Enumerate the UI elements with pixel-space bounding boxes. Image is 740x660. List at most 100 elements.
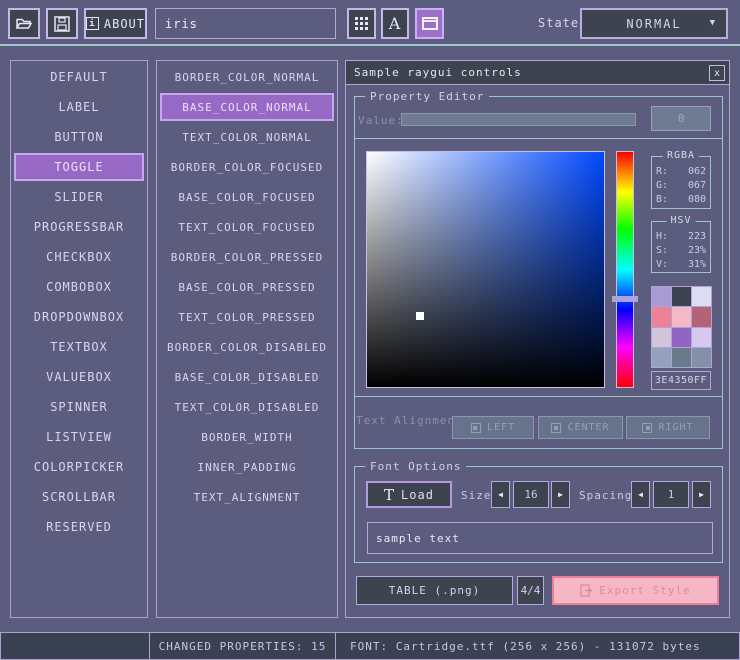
control-item-textbox[interactable]: TEXTBOX [14,333,144,361]
property-item-base_color_normal[interactable]: BASE_COLOR_NORMAL [160,93,334,121]
property-item-text_color_pressed[interactable]: TEXT_COLOR_PRESSED [160,303,334,331]
export-style-button[interactable]: Export Style [552,576,719,605]
spacing-value-box[interactable]: 1 [653,481,689,508]
font-mode-button[interactable]: A [381,8,409,39]
rgba-group: RGBA R:062 G:067 B:080 [651,156,711,209]
align-left-button[interactable]: LEFT [452,416,534,439]
text-alignment-label: Text Alignmen [356,414,452,427]
property-item-border_width[interactable]: BORDER_WIDTH [160,423,334,451]
export-icon [580,584,593,597]
hex-value-box[interactable]: 3E4350FF [651,371,711,390]
property-item-text_alignment[interactable]: TEXT_ALIGNMENT [160,483,334,511]
export-format-dropdown[interactable]: TABLE (.png) [356,576,513,605]
palette-swatch[interactable] [672,307,691,326]
property-item-border_color_disabled[interactable]: BORDER_COLOR_DISABLED [160,333,334,361]
control-item-scrollbar[interactable]: SCROLLBAR [14,483,144,511]
align-center-button[interactable]: CENTER [538,416,623,439]
control-item-button[interactable]: BUTTON [14,123,144,151]
sample-window-title: Sample raygui controls [354,66,522,79]
control-item-listview[interactable]: LISTVIEW [14,423,144,451]
state-dropdown-value: NORMAL [626,17,681,31]
close-button[interactable]: x [709,65,725,81]
hsv-v-row: V:31% [656,258,706,272]
property-item-border_color_focused[interactable]: BORDER_COLOR_FOCUSED [160,153,334,181]
property-editor-group-title: Property Editor [365,90,489,103]
size-increment-button[interactable]: ▶ [551,481,570,508]
about-button-label: ABOUT [104,17,145,31]
size-decrement-button[interactable]: ◀ [491,481,510,508]
close-icon: x [714,68,720,79]
value-label: Value: [358,114,404,127]
color-picker-cursor[interactable] [416,312,424,320]
arrow-left-icon: ◀ [498,490,503,499]
control-item-checkbox[interactable]: CHECKBOX [14,243,144,271]
palette-swatch[interactable] [672,348,691,367]
spacing-decrement-button[interactable]: ◀ [631,481,650,508]
property-item-text_color_focused[interactable]: TEXT_COLOR_FOCUSED [160,213,334,241]
sample-text-input[interactable] [367,522,713,554]
rgba-group-title: RGBA [663,150,699,161]
rgba-g-row: G:067 [656,179,706,193]
palette-swatch[interactable] [652,287,671,306]
property-item-border_color_normal[interactable]: BORDER_COLOR_NORMAL [160,63,334,91]
control-item-toggle[interactable]: TOGGLE [14,153,144,181]
control-item-label[interactable]: LABEL [14,93,144,121]
properties-listview: BORDER_COLOR_NORMALBASE_COLOR_NORMALTEXT… [156,60,338,618]
control-item-dropdownbox[interactable]: DROPDOWNBOX [14,303,144,331]
statusbar-changed-properties: CHANGED PROPERTIES: 15 [149,632,336,660]
save-style-button[interactable] [46,8,78,39]
property-item-text_color_normal[interactable]: TEXT_COLOR_NORMAL [160,123,334,151]
control-item-spinner[interactable]: SPINNER [14,393,144,421]
info-icon: i [86,17,99,30]
property-item-base_color_focused[interactable]: BASE_COLOR_FOCUSED [160,183,334,211]
control-item-slider[interactable]: SLIDER [14,183,144,211]
separator-line [354,396,723,397]
hue-slider-handle[interactable] [612,296,638,302]
grid-mode-button[interactable] [347,8,376,39]
control-item-reserved[interactable]: RESERVED [14,513,144,541]
state-dropdown[interactable]: NORMAL ▼ [580,8,728,39]
palette-swatch[interactable] [652,307,671,326]
palette-swatch[interactable] [692,307,711,326]
control-item-progressbar[interactable]: PROGRESSBAR [14,213,144,241]
size-value-box[interactable]: 16 [513,481,549,508]
about-button[interactable]: i ABOUT [84,8,147,39]
palette-swatch[interactable] [692,328,711,347]
control-item-default[interactable]: DEFAULT [14,63,144,91]
property-item-base_color_pressed[interactable]: BASE_COLOR_PRESSED [160,273,334,301]
hsv-group-title: HSV [666,215,695,226]
hue-slider[interactable] [616,151,634,388]
control-item-colorpicker[interactable]: COLORPICKER [14,453,144,481]
color-palette [651,286,712,368]
pages-indicator: 4/4 [517,576,544,605]
property-item-inner_padding[interactable]: INNER_PADDING [160,453,334,481]
window-mode-button[interactable] [415,8,444,39]
value-slider[interactable] [401,113,636,126]
font-load-label: Load [401,488,434,502]
palette-swatch[interactable] [652,328,671,347]
font-load-button[interactable]: T Load [366,481,452,508]
arrow-right-icon: ▶ [699,490,704,499]
grid-icon [355,17,368,30]
palette-swatch[interactable] [672,328,691,347]
open-style-button[interactable] [8,8,40,39]
hsv-h-row: H:223 [656,230,706,244]
control-item-combobox[interactable]: COMBOBOX [14,273,144,301]
window-icon [422,17,438,30]
spacing-increment-button[interactable]: ▶ [692,481,711,508]
palette-swatch[interactable] [692,287,711,306]
property-item-text_color_disabled[interactable]: TEXT_COLOR_DISABLED [160,393,334,421]
palette-swatch[interactable] [672,287,691,306]
palette-swatch[interactable] [692,348,711,367]
control-item-valuebox[interactable]: VALUEBOX [14,363,144,391]
property-item-base_color_disabled[interactable]: BASE_COLOR_DISABLED [160,363,334,391]
property-item-border_color_pressed[interactable]: BORDER_COLOR_PRESSED [160,243,334,271]
align-right-button[interactable]: RIGHT [626,416,710,439]
sample-window-titlebar[interactable]: Sample raygui controls x [346,61,729,85]
font-T-icon: T [384,486,395,504]
color-picker-panel[interactable] [366,151,605,388]
open-folder-icon [15,16,33,31]
palette-swatch[interactable] [652,348,671,367]
style-name-input[interactable] [155,8,336,39]
save-floppy-icon [54,16,70,32]
